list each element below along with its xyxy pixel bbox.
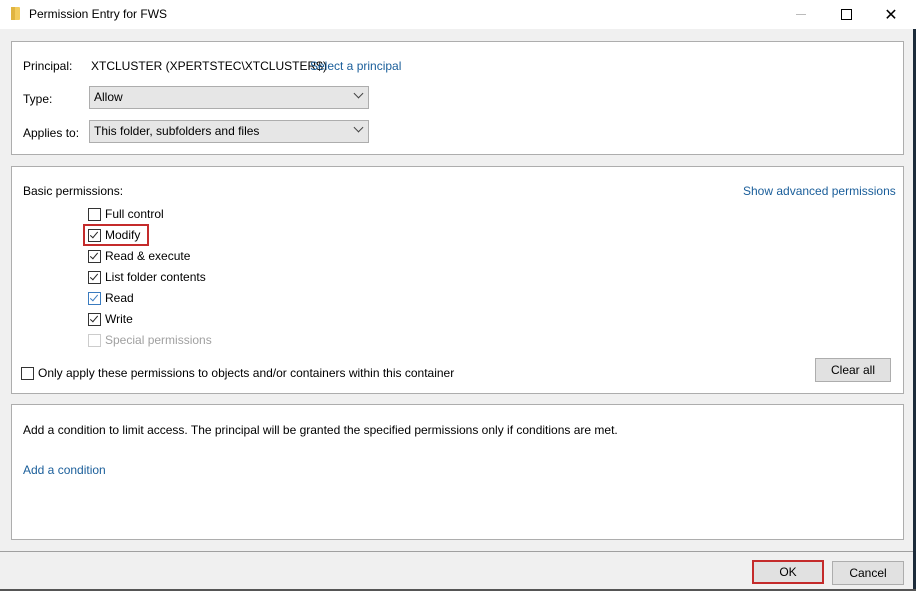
permissions-panel: Basic permissions: Show advanced permiss… — [11, 166, 904, 394]
modify-highlight-box — [83, 224, 149, 246]
applies-to-value: This folder, subfolders and files — [94, 124, 260, 138]
only-apply-label: Only apply these permissions to objects … — [38, 366, 455, 380]
permission-label: Read & execute — [105, 249, 191, 263]
checkbox[interactable] — [88, 249, 101, 263]
cancel-button[interactable]: Cancel — [832, 561, 904, 585]
folder-icon — [11, 7, 20, 20]
window-title: Permission Entry for FWS — [29, 7, 168, 21]
principal-panel: Principal: XTCLUSTER (XPERTSTEC\XTCLUSTE… — [11, 41, 904, 155]
maximize-button[interactable] — [823, 0, 869, 29]
type-value: Allow — [94, 90, 123, 104]
add-condition-link[interactable]: Add a condition — [23, 463, 106, 477]
chevron-down-icon — [353, 88, 364, 99]
checkbox[interactable] — [21, 366, 34, 380]
permission-label: Full control — [105, 207, 164, 221]
permission-write[interactable]: Write — [88, 310, 133, 328]
ok-button[interactable]: OK — [752, 560, 824, 584]
maximize-icon — [840, 9, 852, 20]
applies-to-dropdown[interactable]: This folder, subfolders and files — [89, 120, 369, 143]
chevron-down-icon — [353, 122, 364, 133]
permission-read-execute[interactable]: Read & execute — [88, 247, 190, 265]
permission-label: List folder contents — [105, 270, 206, 284]
type-label: Type: — [23, 92, 53, 106]
clear-all-button[interactable]: Clear all — [815, 358, 891, 382]
close-button[interactable]: ✕ — [868, 0, 914, 29]
show-advanced-permissions-link[interactable]: Show advanced permissions — [743, 184, 896, 198]
principal-value: XTCLUSTER (XPERTSTEC\XTCLUSTER$) — [91, 59, 327, 73]
type-dropdown[interactable]: Allow — [89, 86, 369, 109]
close-icon: ✕ — [884, 6, 898, 24]
checkbox[interactable] — [88, 270, 101, 284]
permission-read[interactable]: Read — [88, 289, 134, 307]
only-apply-option[interactable]: Only apply these permissions to objects … — [21, 364, 454, 382]
permission-label: Read — [105, 291, 134, 305]
checkbox — [88, 333, 101, 347]
minimize-icon — [796, 14, 806, 15]
checkbox[interactable] — [88, 207, 101, 221]
footer-separator — [0, 551, 913, 552]
applies-to-label: Applies to: — [23, 126, 80, 140]
condition-panel: Add a condition to limit access. The pri… — [11, 404, 904, 540]
select-principal-link[interactable]: Select a principal — [310, 59, 401, 73]
permission-label: Write — [105, 312, 133, 326]
title-bar: Permission Entry for FWS ✕ — [0, 0, 916, 29]
checkbox[interactable] — [88, 312, 101, 326]
permission-label: Special permissions — [105, 333, 212, 347]
principal-label: Principal: — [23, 59, 73, 73]
basic-permissions-heading: Basic permissions: — [23, 184, 124, 198]
condition-description: Add a condition to limit access. The pri… — [23, 423, 618, 437]
minimize-button[interactable] — [778, 0, 824, 29]
permission-full-control[interactable]: Full control — [88, 205, 164, 223]
permission-list-folder-contents[interactable]: List folder contents — [88, 268, 206, 286]
checkbox[interactable] — [88, 291, 101, 305]
permission-special: Special permissions — [88, 331, 212, 349]
